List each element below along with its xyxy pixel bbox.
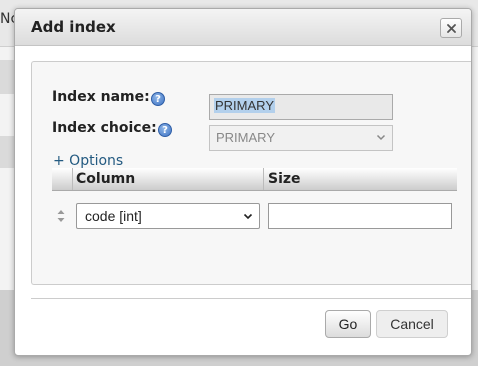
options-link[interactable]: + Options: [53, 153, 123, 169]
cancel-button[interactable]: Cancel: [376, 310, 448, 338]
index-choice-value: PRIMARY: [216, 130, 275, 145]
header-divider: [72, 168, 73, 190]
index-choice-label: Index choice:: [52, 120, 157, 136]
chevron-down-icon: [243, 213, 253, 220]
add-index-dialog: Add index Index name: ? PRIMARY Index ch…: [14, 8, 472, 356]
columns-table-header: Column Size: [52, 168, 457, 191]
help-icon[interactable]: ?: [158, 123, 172, 137]
dialog-titlebar: Add index: [15, 9, 471, 46]
dialog-title: Add index: [31, 18, 116, 36]
header-divider: [263, 168, 264, 190]
help-icon[interactable]: ?: [151, 92, 165, 106]
go-button[interactable]: Go: [325, 310, 371, 338]
size-input[interactable]: [268, 203, 452, 229]
size-header: Size: [268, 171, 301, 187]
index-name-label: Index name:: [52, 89, 150, 105]
index-choice-select[interactable]: PRIMARY: [209, 125, 393, 151]
index-name-value: PRIMARY: [214, 98, 275, 113]
column-select-value: code [int]: [85, 208, 142, 224]
column-header: Column: [76, 171, 136, 187]
background-stripe: [0, 60, 14, 94]
go-button-label: Go: [338, 316, 358, 332]
close-icon: [446, 23, 456, 33]
chevron-down-icon: [376, 134, 386, 141]
drag-handle-icon[interactable]: [57, 209, 65, 223]
index-name-input[interactable]: PRIMARY: [209, 94, 393, 120]
close-button[interactable]: [440, 18, 462, 38]
background-stripe: [0, 136, 14, 168]
column-select[interactable]: code [int]: [76, 203, 260, 229]
footer-divider: [31, 298, 471, 299]
cancel-button-label: Cancel: [390, 316, 434, 332]
